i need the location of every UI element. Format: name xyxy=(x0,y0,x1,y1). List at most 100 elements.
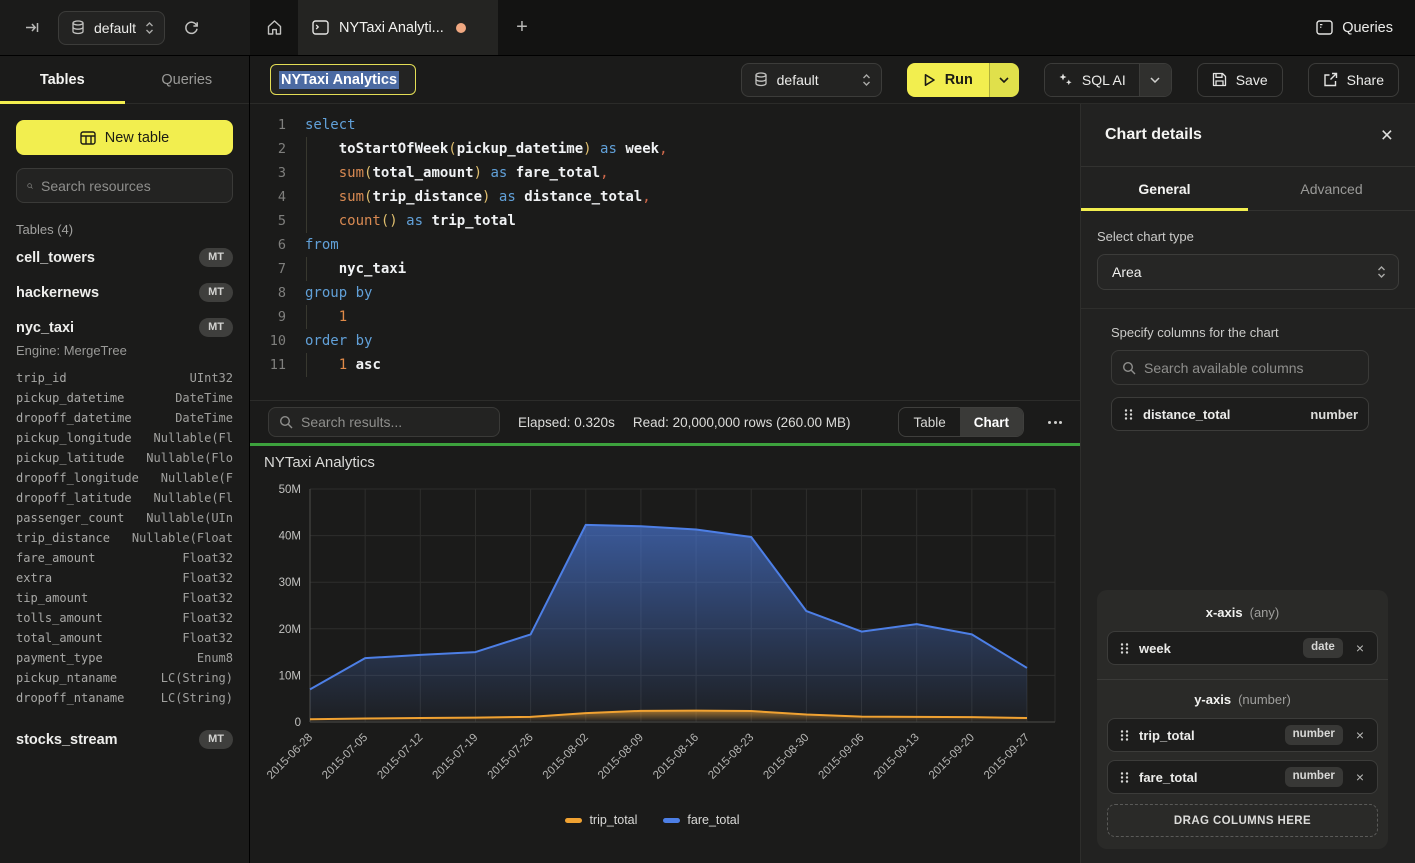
new-tab-button[interactable]: + xyxy=(498,0,546,55)
column-row: pickup_datetime DateTime xyxy=(16,388,233,408)
tables-list: cell_towersMThackernewsMTnyc_taxiMTEngin… xyxy=(16,240,233,757)
column-type: Nullable(Float xyxy=(132,528,233,548)
results-chart[interactable]: 010M20M30M40M50M2015-06-282015-07-052015… xyxy=(250,446,1080,862)
chip-type: number xyxy=(1285,725,1343,745)
column-row: dropoff_ntanameLC(String) xyxy=(16,688,233,708)
column-chip[interactable]: trip_totalnumber× xyxy=(1107,718,1378,752)
column-row: trip_distanceNullable(Float xyxy=(16,528,233,548)
share-button[interactable]: Share xyxy=(1308,63,1399,97)
queries-button[interactable]: Queries xyxy=(1316,20,1393,36)
read-stat: Read: 20,000,000 rows (260.00 MB) xyxy=(633,415,851,430)
column-type: Nullable(UIn xyxy=(146,508,233,528)
sidebar-collapse-icon[interactable] xyxy=(18,14,46,42)
legend-item[interactable]: trip_total xyxy=(565,813,637,827)
column-type: Float32 xyxy=(182,548,233,568)
resource-search[interactable] xyxy=(16,168,233,203)
tab-general[interactable]: General xyxy=(1081,167,1248,210)
chevron-updown-icon xyxy=(145,21,154,35)
column-name: dropoff_datetime xyxy=(16,408,132,428)
table-item[interactable]: cell_towers MT xyxy=(16,240,233,275)
column-row: extraFloat32 xyxy=(16,568,233,588)
remove-icon[interactable]: × xyxy=(1353,727,1367,743)
legend-item[interactable]: fare_total xyxy=(663,813,739,827)
svg-text:2015-09-27: 2015-09-27 xyxy=(982,732,1032,782)
table-name: cell_towers xyxy=(16,250,95,266)
remove-icon[interactable]: × xyxy=(1353,769,1367,785)
database-selector[interactable]: default xyxy=(58,11,165,45)
table-item[interactable]: hackernewsMT xyxy=(16,275,233,310)
svg-text:2015-07-19: 2015-07-19 xyxy=(430,732,480,782)
console-icon xyxy=(312,20,329,35)
new-table-button[interactable]: New table xyxy=(16,120,233,155)
chip-name: fare_total xyxy=(1139,770,1275,785)
column-type: DateTime xyxy=(175,408,233,428)
column-chip[interactable]: distance_totalnumber xyxy=(1111,397,1369,431)
table-item[interactable]: stocks_streamMT xyxy=(16,722,233,757)
code-line: 6from xyxy=(250,233,1080,257)
column-row: pickup_ntanameLC(String) xyxy=(16,668,233,688)
view-toggle-chart[interactable]: Chart xyxy=(960,408,1023,436)
more-options-icon[interactable] xyxy=(1044,417,1066,428)
sql-ai-button[interactable]: SQL AI xyxy=(1045,64,1139,96)
column-row: tolls_amountFloat32 xyxy=(16,608,233,628)
chart-type-label: Select chart type xyxy=(1097,229,1399,244)
column-row: payment_typeEnum8 xyxy=(16,648,233,668)
close-icon[interactable]: × xyxy=(1381,125,1393,146)
tab-queries[interactable]: Queries xyxy=(125,56,250,103)
drag-handle-icon[interactable] xyxy=(1120,729,1129,742)
chevron-updown-icon xyxy=(1377,265,1386,279)
top-bar: default NYTaxi Analyti... + Queries xyxy=(0,0,1415,56)
tab-advanced[interactable]: Advanced xyxy=(1248,167,1415,210)
column-search[interactable] xyxy=(1111,350,1369,385)
view-toggle-table[interactable]: Table xyxy=(899,408,959,436)
sql-editor[interactable]: 1select2 toStartOfWeek(pickup_datetime) … xyxy=(250,104,1080,400)
table-icon xyxy=(80,131,96,145)
results-toolbar: Elapsed: 0.320s Read: 20,000,000 rows (2… xyxy=(250,400,1080,443)
chip-name: distance_total xyxy=(1143,407,1300,422)
run-options-button[interactable] xyxy=(989,63,1019,97)
code-line: 5 count() as trip_total xyxy=(250,209,1080,233)
column-row: dropoff_datetime DateTime xyxy=(16,408,233,428)
results-search[interactable] xyxy=(268,407,500,437)
home-tab[interactable] xyxy=(250,0,298,55)
column-chip[interactable]: weekdate× xyxy=(1107,631,1378,665)
legend-label: trip_total xyxy=(589,813,637,827)
chevron-down-icon xyxy=(999,77,1009,83)
column-name: pickup_datetime xyxy=(16,388,124,408)
drag-handle-icon[interactable] xyxy=(1124,408,1133,421)
drag-handle-icon[interactable] xyxy=(1120,642,1129,655)
tab-tables[interactable]: Tables xyxy=(0,56,125,103)
column-chip[interactable]: fare_totalnumber× xyxy=(1107,760,1378,794)
sql-ai-options-button[interactable] xyxy=(1139,64,1171,96)
drag-handle-icon[interactable] xyxy=(1120,771,1129,784)
remove-icon[interactable]: × xyxy=(1353,640,1367,656)
query-tab[interactable]: NYTaxi Analyti... xyxy=(298,0,498,55)
column-name: extra xyxy=(16,568,52,588)
unsaved-dot xyxy=(456,23,466,33)
column-name: tip_amount xyxy=(16,588,88,608)
query-database-selector[interactable]: default xyxy=(741,63,882,97)
column-type: Nullable(Fl xyxy=(154,488,233,508)
column-type: DateTime xyxy=(175,388,233,408)
svg-text:2015-09-20: 2015-09-20 xyxy=(927,732,977,782)
results-search-input[interactable] xyxy=(301,414,489,430)
query-title-input[interactable]: NYTaxi Analytics xyxy=(270,64,416,95)
table-item[interactable]: nyc_taxiMT xyxy=(16,310,233,345)
chart-type-select[interactable]: Area xyxy=(1097,254,1399,290)
column-type: Nullable(Fl xyxy=(154,428,233,448)
run-button[interactable]: Run xyxy=(907,63,989,97)
column-row: tip_amountFloat32 xyxy=(16,588,233,608)
panel-body: Select chart type Area Specify columns f… xyxy=(1081,211,1415,863)
legend-swatch xyxy=(565,818,582,823)
view-toggle: Table Chart xyxy=(898,407,1024,437)
save-button[interactable]: Save xyxy=(1197,63,1283,97)
main-area: 1select2 toStartOfWeek(pickup_datetime) … xyxy=(250,104,1080,863)
column-search-input[interactable] xyxy=(1144,360,1358,376)
engine-badge: MT xyxy=(199,248,233,267)
refresh-icon[interactable] xyxy=(177,14,205,42)
drop-zone[interactable]: DRAG COLUMNS HERE xyxy=(1107,804,1378,837)
resource-search-input[interactable] xyxy=(41,178,222,194)
svg-text:0: 0 xyxy=(295,717,301,729)
queries-icon xyxy=(1316,20,1333,35)
svg-text:2015-07-26: 2015-07-26 xyxy=(486,732,536,782)
